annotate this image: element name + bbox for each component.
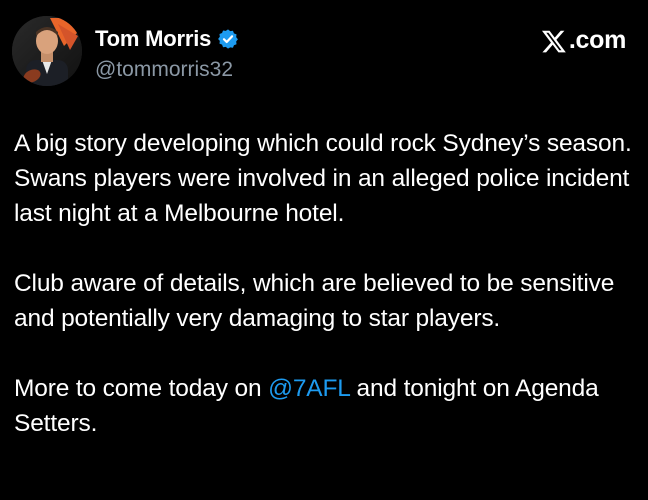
author-display-name[interactable]: Tom Morris [95, 26, 211, 52]
tweet-paragraph: Club aware of details, which are believe… [14, 270, 615, 332]
tweet-paragraph: A big story developing which could rock … [14, 130, 632, 227]
source-domain-text: .com [568, 26, 626, 54]
tweet-text-segment: More to come today on [14, 375, 269, 402]
tweet-paragraph: More to come today on @7AFL and tonight … [14, 371, 638, 441]
source-label: .com [541, 26, 626, 55]
author-name-row[interactable]: Tom Morris [95, 26, 239, 52]
author-handle[interactable]: @tommorris32 [95, 58, 233, 82]
verified-badge-icon [217, 28, 239, 50]
tweet-header: Tom Morris @tommorris32 .com [12, 16, 636, 92]
mention-link[interactable]: @7AFL [268, 375, 350, 402]
avatar[interactable] [12, 16, 82, 86]
x-logo-icon [541, 28, 567, 54]
avatar-image [12, 16, 82, 86]
tweet-text: A big story developing which could rock … [14, 126, 638, 441]
